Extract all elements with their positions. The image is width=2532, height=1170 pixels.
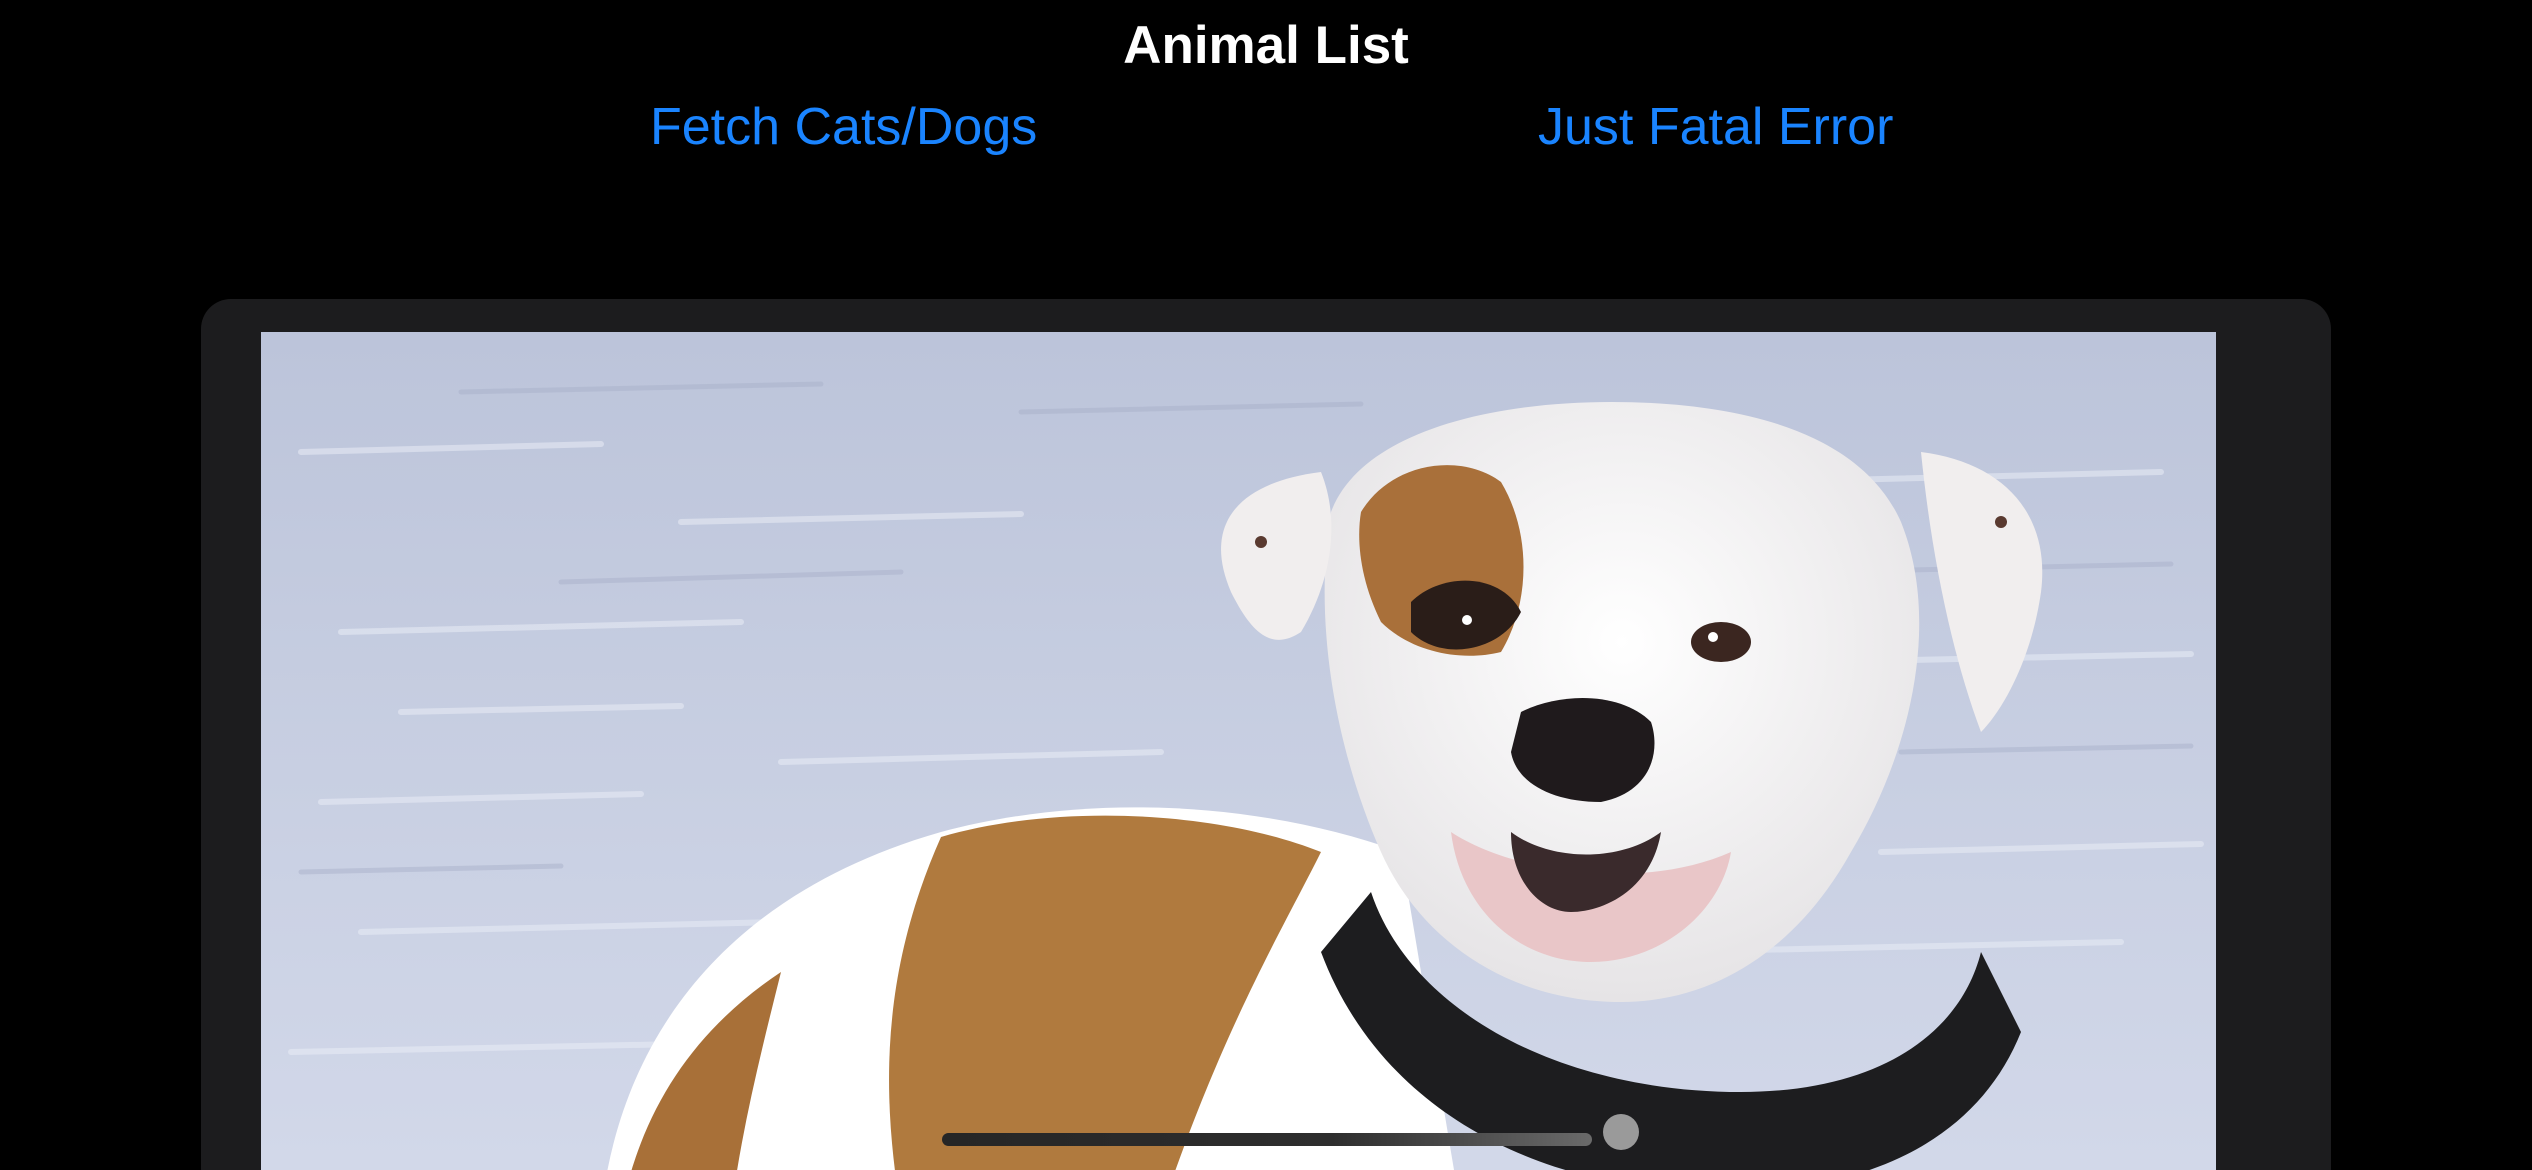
animal-card[interactable]: [201, 299, 2331, 1170]
just-fatal-error-button[interactable]: Just Fatal Error: [1538, 95, 1893, 159]
fetch-cats-dogs-button[interactable]: Fetch Cats/Dogs: [650, 95, 1037, 159]
dog-photo: [261, 332, 2216, 1170]
home-indicator[interactable]: [942, 1133, 1592, 1146]
page-title: Animal List: [1123, 16, 1409, 75]
